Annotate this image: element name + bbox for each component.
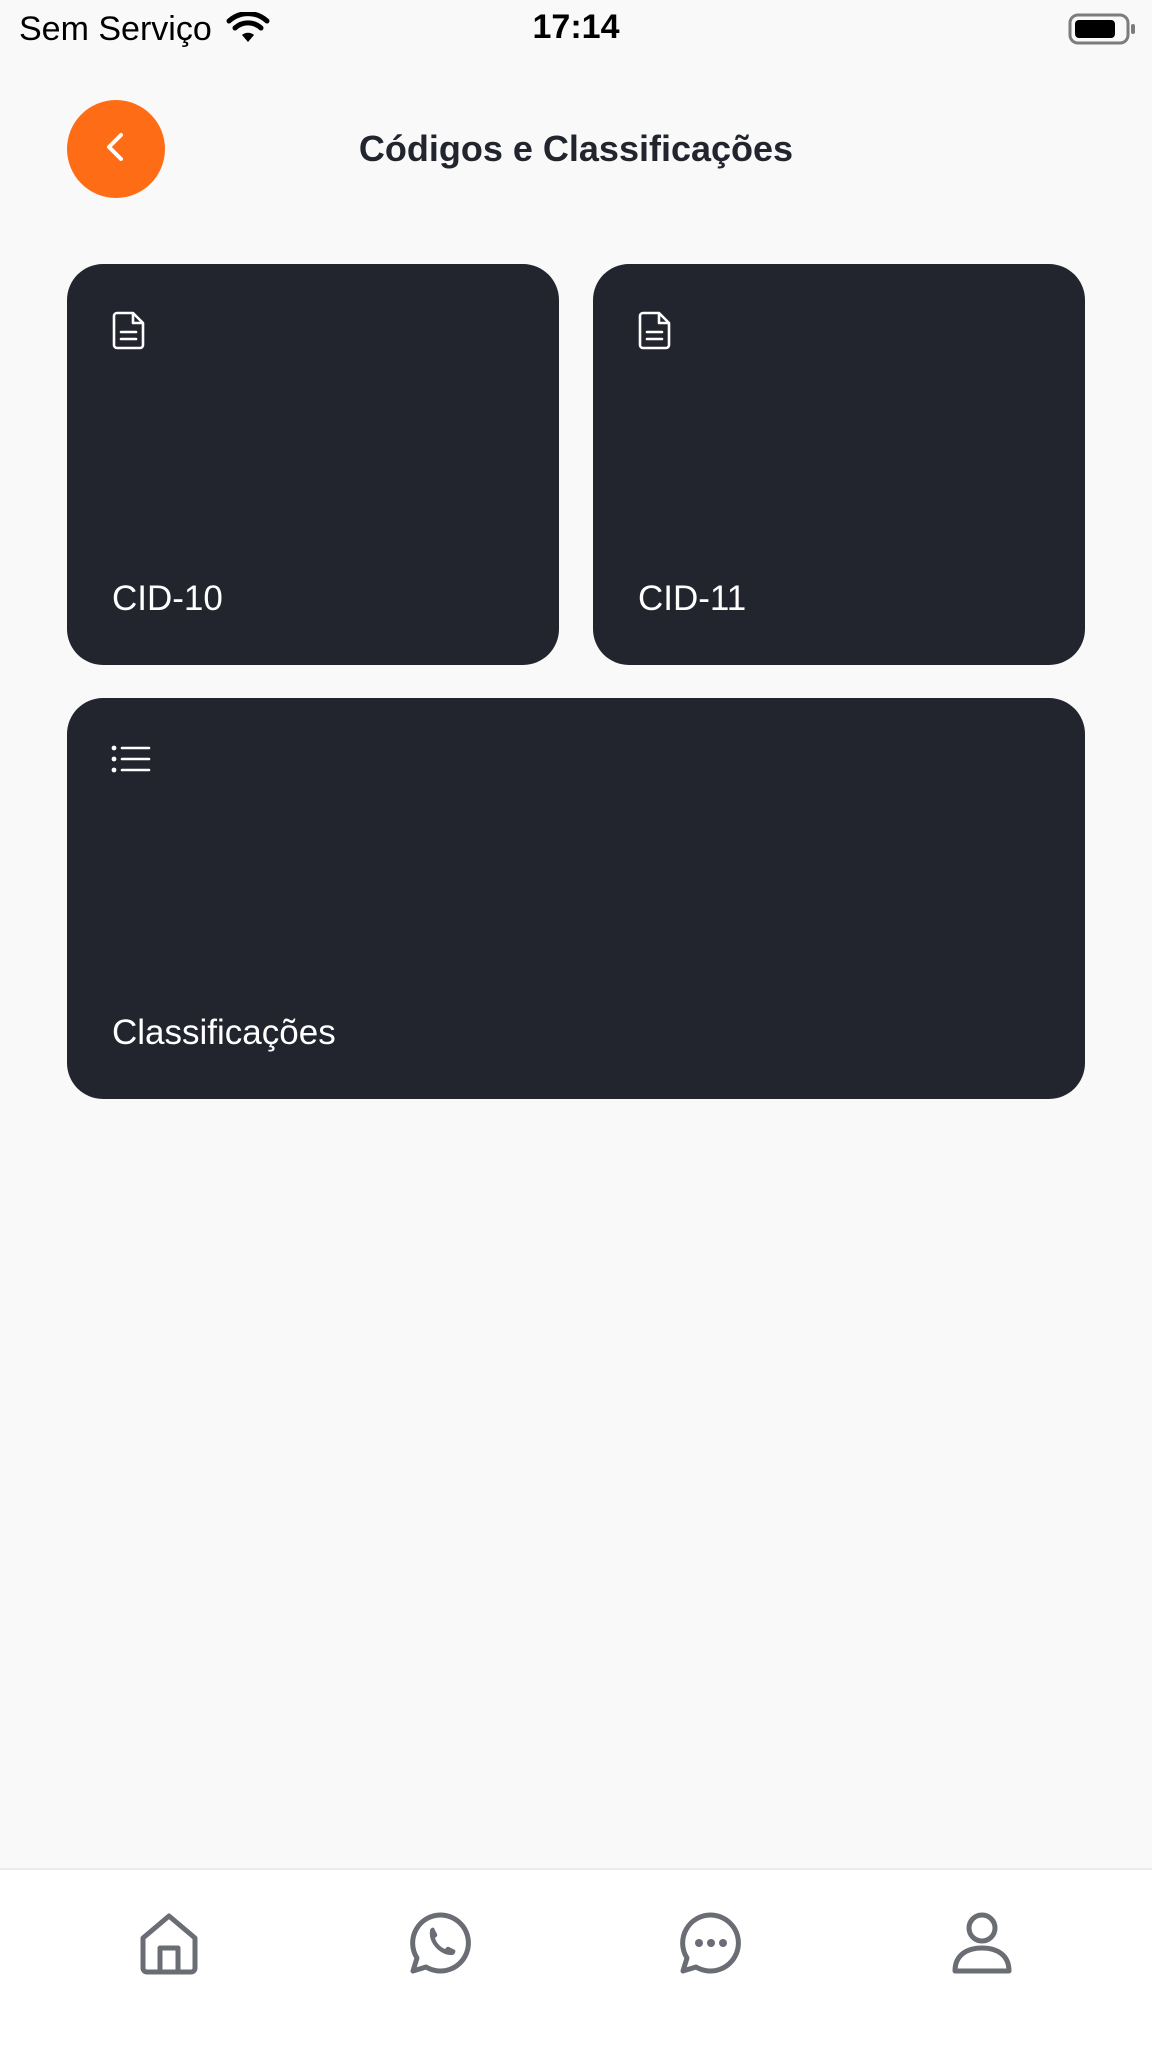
tab-bar [0,1868,1152,2048]
whatsapp-icon [408,1910,474,1981]
tab-home[interactable] [109,1900,229,1990]
card-classificacoes[interactable]: Classificações [67,698,1085,1099]
status-time: 17:14 [532,8,620,46]
home-icon [137,1910,201,1981]
card-cid-11[interactable]: CID-11 [593,264,1085,665]
card-cid-10[interactable]: CID-10 [67,264,559,665]
tab-chat[interactable] [651,1900,771,1990]
document-icon [637,310,673,355]
page-title: Códigos e Classificações [358,128,794,169]
card-label: CID-10 [112,579,223,618]
tab-whatsapp[interactable] [381,1900,501,1990]
card-label: CID-11 [638,579,747,618]
card-label: Classificações [112,1013,336,1052]
header: Códigos e Classificações [0,90,1152,210]
chat-icon [678,1910,744,1981]
user-icon [951,1911,1013,1980]
document-icon [111,310,147,355]
tab-profile[interactable] [922,1900,1042,1990]
list-icon [111,744,151,779]
status-bar: Sem Serviço 17:14 [0,0,1152,60]
battery-icon [1068,12,1138,51]
